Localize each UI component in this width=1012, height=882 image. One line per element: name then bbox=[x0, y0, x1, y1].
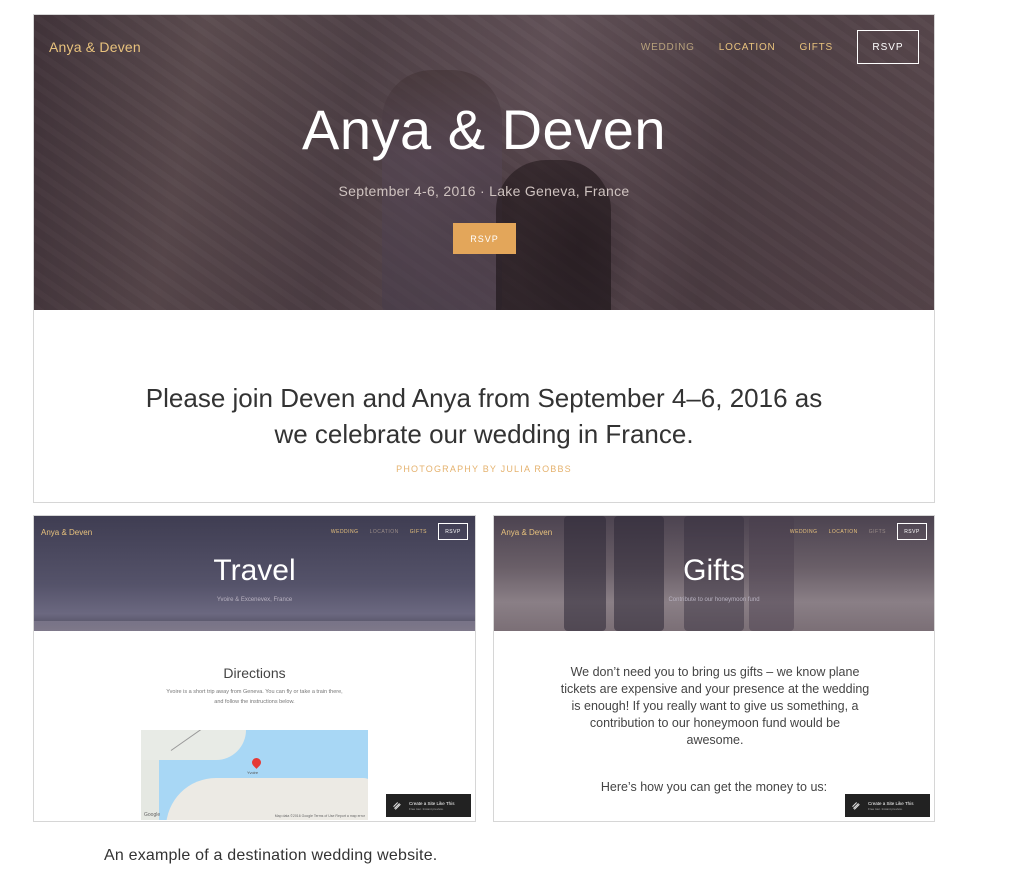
travel-title: Travel bbox=[213, 554, 296, 587]
cta-label: Create a Site Like This bbox=[868, 800, 914, 806]
location-map[interactable]: Yvoire Google Map data ©2016 Google Term… bbox=[141, 730, 368, 820]
site-nav: WEDDING LOCATION GIFTS RSVP bbox=[790, 523, 927, 540]
figure-caption: An example of a destination wedding webs… bbox=[104, 847, 438, 864]
gifts-page-screenshot: Anya & Deven WEDDING LOCATION GIFTS RSVP… bbox=[493, 515, 935, 822]
map-google-logo: Google bbox=[144, 812, 161, 818]
nav-wedding[interactable]: WEDDING bbox=[331, 529, 359, 535]
directions-text: Yvoire is a short trip away from Geneva.… bbox=[34, 687, 475, 707]
main-site-screenshot: Anya & Deven WEDDING LOCATION GIFTS RSVP… bbox=[33, 14, 935, 503]
gifts-hero: Anya & Deven WEDDING LOCATION GIFTS RSVP… bbox=[494, 516, 934, 631]
nav-location[interactable]: LOCATION bbox=[370, 529, 399, 535]
nav-location[interactable]: LOCATION bbox=[829, 529, 858, 535]
nav-rsvp-button[interactable]: RSVP bbox=[438, 523, 468, 540]
gifts-body-line: is enough! If you really want to give us… bbox=[571, 699, 859, 713]
site-brand[interactable]: Anya & Deven bbox=[501, 528, 552, 537]
directions-heading: Directions bbox=[223, 665, 286, 681]
map-land bbox=[141, 760, 159, 820]
squarespace-logo-icon bbox=[851, 801, 860, 810]
cta-text: Create a Site Like This Free tour. Insta… bbox=[868, 801, 913, 811]
travel-hero: Anya & Deven WEDDING LOCATION GIFTS RSVP… bbox=[34, 516, 475, 631]
gifts-how-heading: Here’s how you can get the money to us: bbox=[600, 780, 828, 794]
cta-text: Create a Site Like This Free tour. Insta… bbox=[409, 801, 454, 811]
nav-wedding[interactable]: WEDDING bbox=[790, 529, 818, 535]
map-terms[interactable]: Map data ©2016 Google Terms of Use Repor… bbox=[275, 814, 365, 818]
nav-rsvp-button[interactable]: RSVP bbox=[857, 30, 919, 64]
gifts-body: We don’t need you to bring us gifts – we… bbox=[539, 664, 891, 749]
create-site-button[interactable]: Create a Site Like This Free tour. Insta… bbox=[845, 794, 930, 817]
site-nav: WEDDING LOCATION GIFTS RSVP bbox=[331, 523, 468, 540]
gifts-body-line: awesome. bbox=[686, 733, 744, 747]
hero-rsvp-button[interactable]: RSVP bbox=[453, 223, 516, 254]
site-brand[interactable]: Anya & Deven bbox=[49, 39, 141, 55]
site-nav: WEDDING LOCATION GIFTS RSVP bbox=[641, 30, 919, 64]
gifts-body-line: We don’t need you to bring us gifts – we… bbox=[570, 665, 860, 679]
intro-line: we celebrate our wedding in France. bbox=[274, 419, 694, 449]
gifts-body-line: tickets are expensive and your presence … bbox=[560, 682, 870, 696]
cta-sublabel: Free tour. Instant preview. bbox=[868, 806, 903, 811]
gifts-subtitle: Contribute to our honeymoon fund bbox=[668, 597, 760, 603]
nav-rsvp-button[interactable]: RSVP bbox=[897, 523, 927, 540]
nav-wedding[interactable]: WEDDING bbox=[641, 42, 695, 53]
intro-line: Please join Deven and Anya from Septembe… bbox=[145, 383, 823, 413]
nav-location[interactable]: LOCATION bbox=[719, 42, 776, 53]
cta-sublabel: Free tour. Instant preview. bbox=[409, 806, 444, 811]
map-pin-label: Yvoire bbox=[247, 770, 259, 775]
nav-gifts[interactable]: GIFTS bbox=[800, 42, 833, 53]
hero-title: Anya & Deven bbox=[302, 98, 666, 161]
directions-line: and follow the instructions below. bbox=[214, 699, 295, 705]
travel-subtitle: Yvoire & Excenevex, France bbox=[216, 597, 293, 603]
gifts-body-line: contribution to our honeymoon fund would… bbox=[589, 716, 841, 730]
nav-gifts[interactable]: GIFTS bbox=[869, 529, 886, 535]
hero-banner: Anya & Deven WEDDING LOCATION GIFTS RSVP… bbox=[34, 15, 934, 310]
directions-line: Yvoire is a short trip away from Geneva.… bbox=[166, 689, 343, 695]
travel-page-screenshot: Anya & Deven WEDDING LOCATION GIFTS RSVP… bbox=[33, 515, 476, 822]
map-pin-icon[interactable] bbox=[250, 756, 263, 769]
site-brand[interactable]: Anya & Deven bbox=[41, 528, 92, 537]
nav-gifts[interactable]: GIFTS bbox=[410, 529, 427, 535]
squarespace-logo-icon bbox=[392, 801, 401, 810]
cta-label: Create a Site Like This bbox=[409, 800, 455, 806]
intro-text: Please join Deven and Anya from Septembe… bbox=[34, 380, 934, 452]
hero-subtitle: September 4-6, 2016 · Lake Geneva, Franc… bbox=[338, 183, 630, 199]
photo-credit[interactable]: PHOTOGRAPHY BY JULIA ROBBS bbox=[34, 464, 934, 474]
gifts-title: Gifts bbox=[683, 554, 745, 587]
create-site-button[interactable]: Create a Site Like This Free tour. Insta… bbox=[386, 794, 471, 817]
